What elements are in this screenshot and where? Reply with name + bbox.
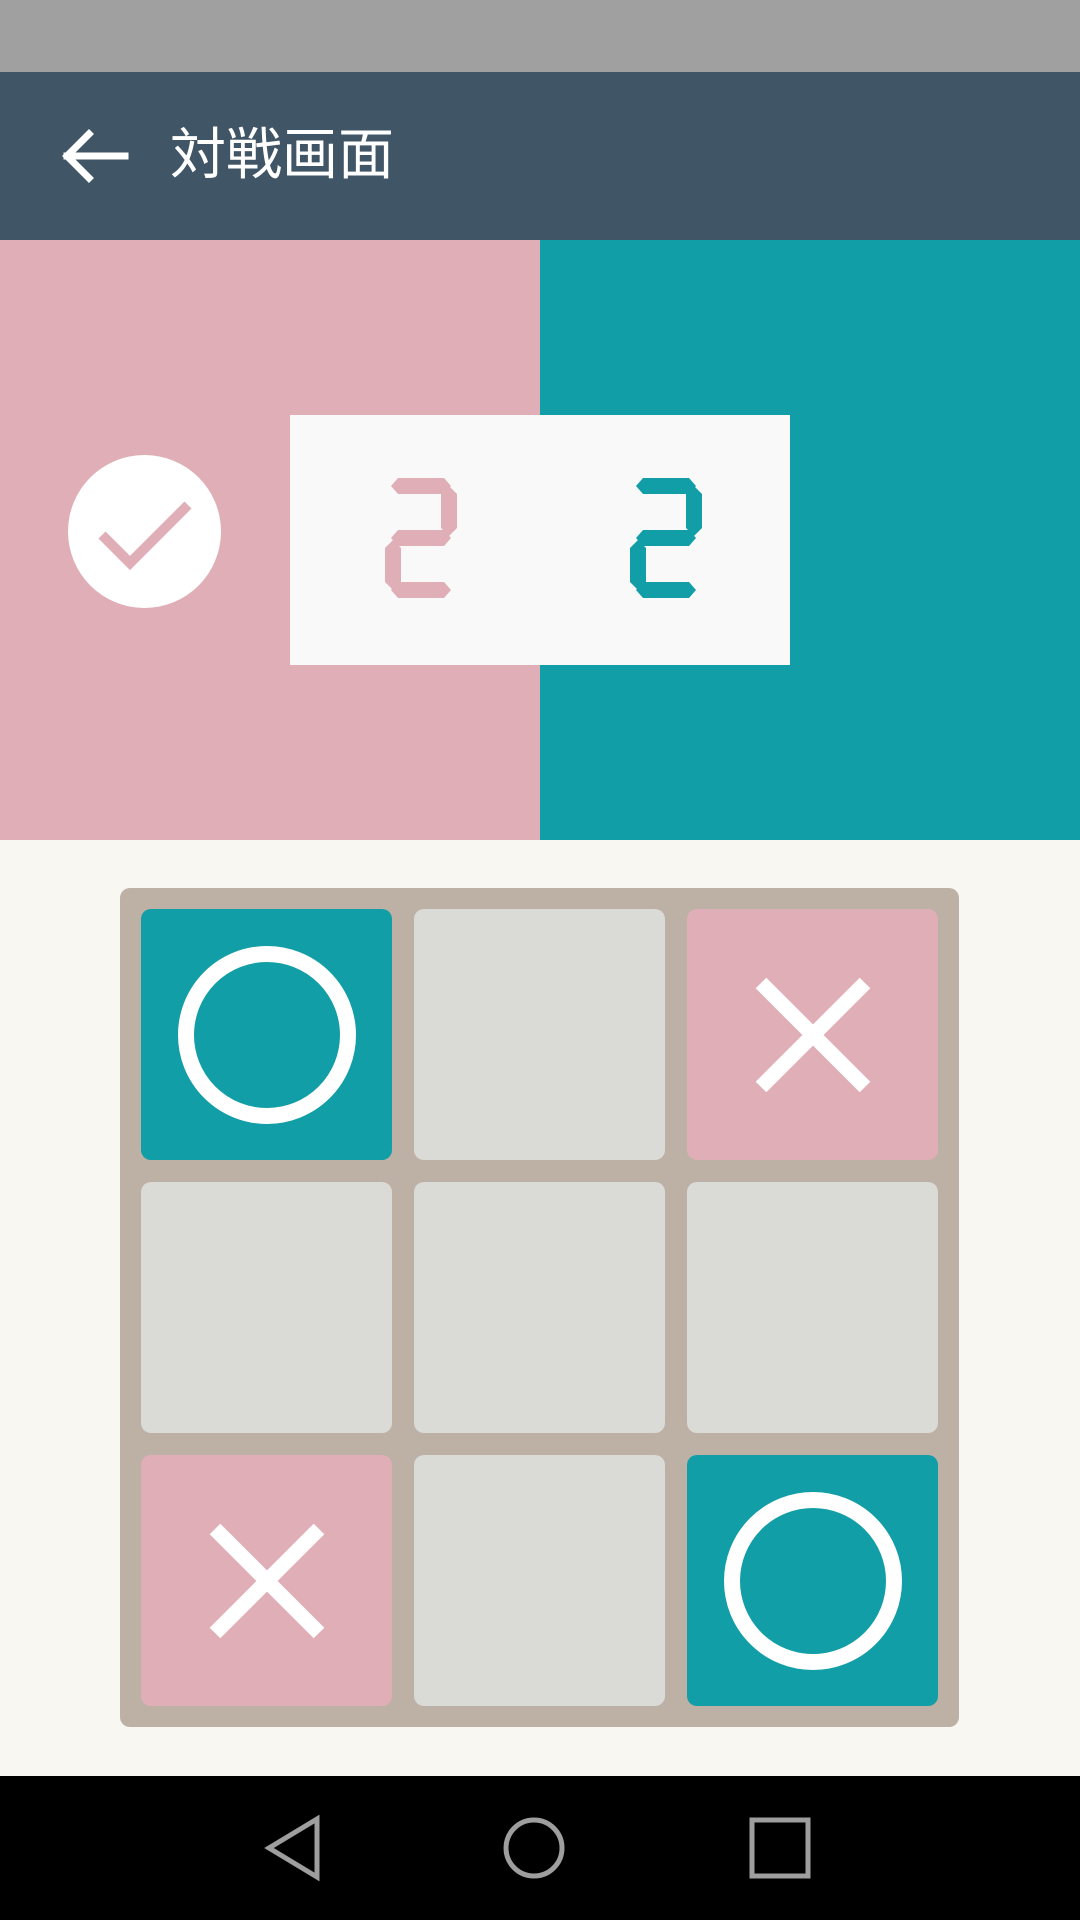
board-cell-r1c2[interactable] — [414, 909, 665, 1160]
circle-mark-icon — [177, 945, 356, 1124]
score-digit-pink — [385, 478, 457, 598]
board-cell-r1c3[interactable] — [687, 909, 938, 1160]
board-cell-r1c1[interactable] — [141, 909, 392, 1160]
nav-recents-icon — [749, 1817, 811, 1879]
board-area — [0, 840, 1080, 1776]
status-bar — [0, 0, 1080, 72]
game-board — [120, 888, 959, 1727]
nav-recents-button[interactable] — [730, 1798, 830, 1898]
scoreboard: 2 2 — [0, 240, 1080, 840]
turn-indicator — [68, 455, 221, 608]
nav-back-icon — [264, 1814, 320, 1882]
app-bar: 対戦画面 — [0, 72, 1080, 240]
back-button[interactable] — [44, 106, 144, 206]
page-title: 対戦画面 — [170, 123, 394, 188]
board-cell-r2c1[interactable] — [141, 1182, 392, 1433]
score-digit-teal — [630, 478, 702, 598]
score-box: 2 2 — [290, 415, 790, 665]
board-cell-r2c3[interactable] — [687, 1182, 938, 1433]
board-cell-r3c1[interactable] — [141, 1455, 392, 1706]
board-cell-r3c2[interactable] — [414, 1455, 665, 1706]
nav-back-button[interactable] — [244, 1798, 344, 1898]
board-cell-r3c3[interactable] — [687, 1455, 938, 1706]
cross-mark-icon — [755, 977, 870, 1092]
board-cell-r2c2[interactable] — [414, 1182, 665, 1433]
cross-mark-icon — [209, 1523, 324, 1638]
nav-home-button[interactable] — [484, 1798, 584, 1898]
circle-mark-icon — [723, 1491, 902, 1670]
navigation-bar — [0, 1776, 1080, 1920]
nav-home-icon — [503, 1817, 565, 1879]
arrow-back-icon — [62, 129, 129, 183]
check-icon — [97, 500, 192, 570]
